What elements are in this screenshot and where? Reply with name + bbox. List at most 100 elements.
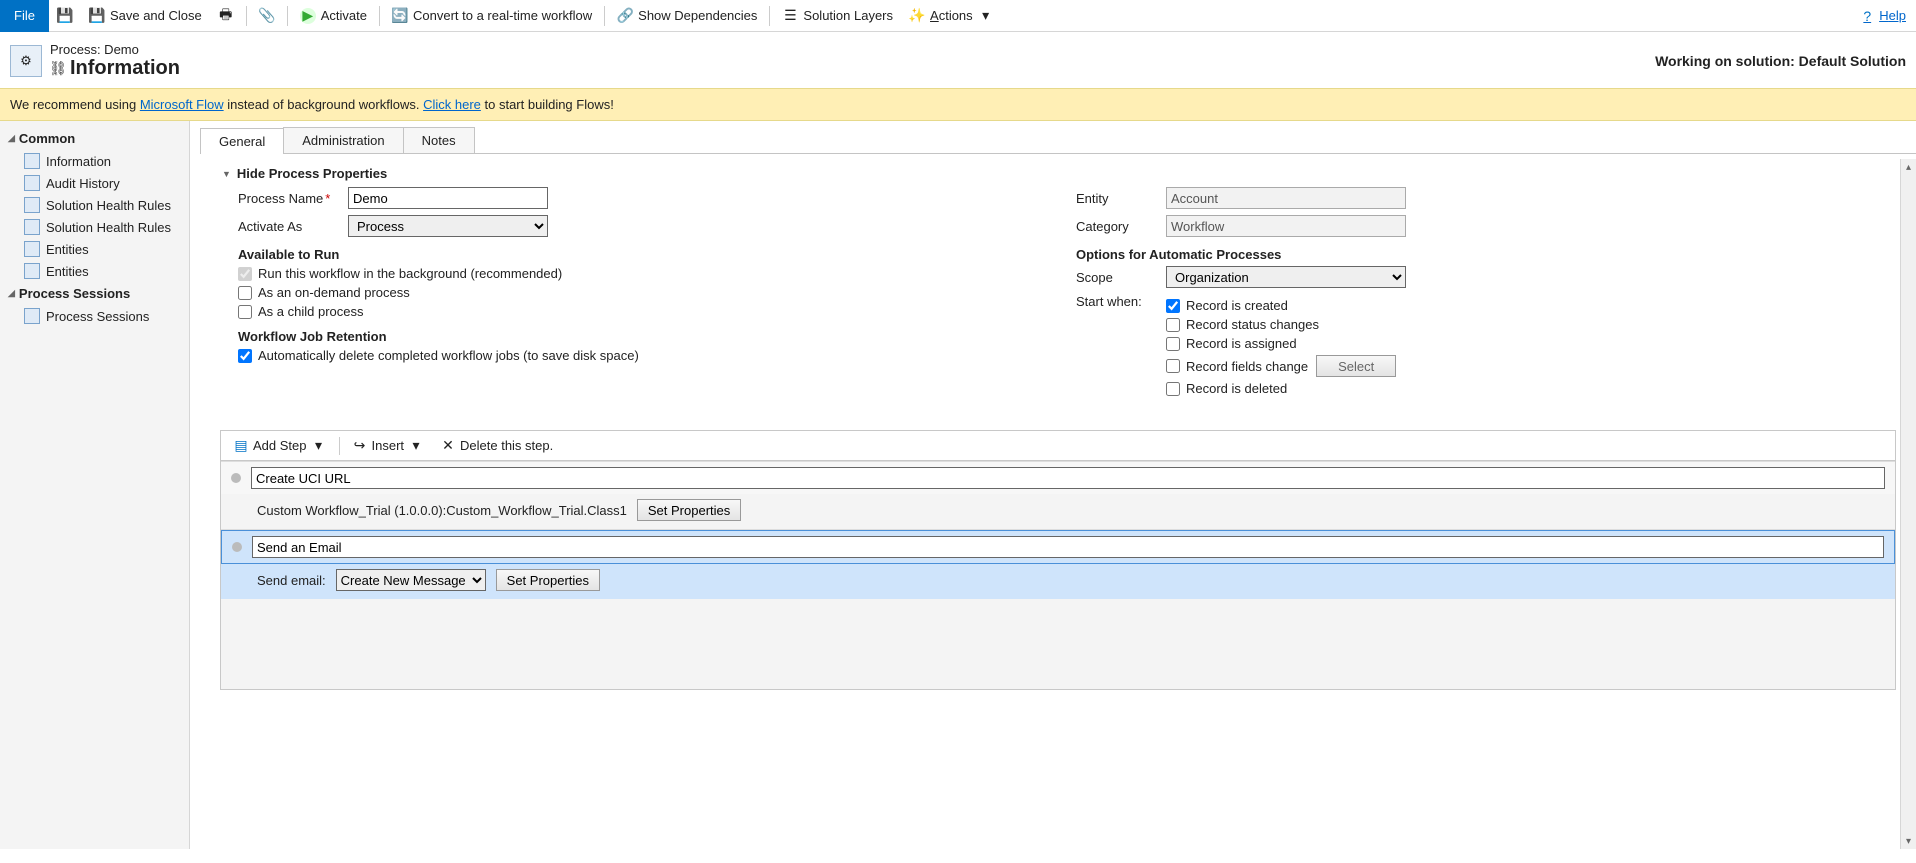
activate-as-select[interactable]: Process xyxy=(348,215,548,237)
record-assigned-checkbox[interactable]: Record is assigned xyxy=(1166,336,1878,351)
auto-delete-checkbox[interactable]: Automatically delete completed workflow … xyxy=(238,348,1040,363)
sidebar-group-sessions[interactable]: Process Sessions xyxy=(0,282,189,305)
separator xyxy=(246,6,247,26)
checkbox-label: Record is deleted xyxy=(1186,381,1287,396)
sidebar-item-solution-health-2[interactable]: Solution Health Rules xyxy=(0,216,189,238)
separator xyxy=(604,6,605,26)
step-designer: ▤Add Step▾ ↪Insert▾ ✕Delete this step. C… xyxy=(220,430,1896,690)
tab-general[interactable]: General xyxy=(200,128,284,154)
save-and-close-label: Save and Close xyxy=(110,8,202,23)
main-content: General Administration Notes Hide Proces… xyxy=(190,121,1916,849)
send-email-label: Send email: xyxy=(257,573,326,588)
entity-icon xyxy=(24,263,40,279)
step-1-detail-row: Custom Workflow_Trial (1.0.0.0):Custom_W… xyxy=(221,494,1895,529)
audit-icon xyxy=(24,175,40,191)
tabs: General Administration Notes xyxy=(200,127,1916,154)
paperclip-icon: 📎 xyxy=(259,8,275,24)
save-close-icon: 💾 xyxy=(89,8,105,24)
sidebar-item-information[interactable]: Information xyxy=(0,150,189,172)
step-2-description-input[interactable] xyxy=(252,536,1884,558)
step-2-row[interactable] xyxy=(221,530,1895,564)
child-process-checkbox[interactable]: As a child process xyxy=(238,304,1040,319)
scroll-track[interactable] xyxy=(1901,175,1916,833)
step-1-set-properties-button[interactable]: Set Properties xyxy=(637,499,741,521)
checkbox-label: As a child process xyxy=(258,304,364,319)
show-dependencies-button[interactable]: 🔗Show Dependencies xyxy=(609,0,765,32)
convert-button[interactable]: 🔄Convert to a real-time workflow xyxy=(384,0,600,32)
run-background-checkbox: Run this workflow in the background (rec… xyxy=(238,266,1040,281)
banner-text-1: We recommend using xyxy=(10,97,140,112)
scroll-down-icon[interactable]: ▾ xyxy=(1901,833,1916,849)
sidebar-group-common[interactable]: Common xyxy=(0,127,189,150)
activate-icon: ▶ xyxy=(300,8,316,24)
step-1-description-input[interactable] xyxy=(251,467,1885,489)
sidebar-item-label: Solution Health Rules xyxy=(46,220,171,235)
actions-label: AActionsctions xyxy=(930,8,973,23)
chevron-down-icon: ▾ xyxy=(978,8,994,24)
vertical-scrollbar[interactable]: ▴ ▾ xyxy=(1900,159,1916,849)
process-name-input[interactable] xyxy=(348,187,548,209)
start-when-label: Start when: xyxy=(1076,294,1166,309)
entity-icon xyxy=(24,241,40,257)
actions-menu[interactable]: ✨AActionsctions▾ xyxy=(901,0,1002,32)
delete-icon: ✕ xyxy=(440,438,456,454)
sidebar-item-audit[interactable]: Audit History xyxy=(0,172,189,194)
print-icon: 🖶 xyxy=(218,8,234,24)
process-name-label: Process Name* xyxy=(238,191,348,206)
record-status-checkbox[interactable]: Record status changes xyxy=(1166,317,1878,332)
record-deleted-checkbox[interactable]: Record is deleted xyxy=(1166,381,1878,396)
on-demand-checkbox[interactable]: As an on-demand process xyxy=(238,285,1040,300)
layers-icon: ☰ xyxy=(782,8,798,24)
click-here-link[interactable]: Click here xyxy=(423,97,481,112)
scroll-up-icon[interactable]: ▴ xyxy=(1901,159,1916,175)
breadcrumb: Process: Demo xyxy=(50,42,180,57)
step-2-detail-row: Send email: Create New Message Set Prope… xyxy=(221,564,1895,599)
sidebar-item-process-sessions[interactable]: Process Sessions xyxy=(0,305,189,327)
health-icon xyxy=(24,197,40,213)
insert-button[interactable]: ↪Insert▾ xyxy=(346,434,431,458)
convert-icon: 🔄 xyxy=(392,8,408,24)
sidebar-item-label: Entities xyxy=(46,264,89,279)
add-step-icon: ▤ xyxy=(233,438,249,454)
checkbox-label: Record fields change xyxy=(1186,359,1308,374)
save-icon-button[interactable]: 💾 xyxy=(49,0,81,32)
help-link[interactable]: ?Help xyxy=(1859,8,1906,24)
record-fields-checkbox[interactable]: Record fields change xyxy=(1166,359,1308,374)
checkbox-label: Record is assigned xyxy=(1186,336,1297,351)
banner-text-2: instead of background workflows. xyxy=(227,97,423,112)
microsoft-flow-link[interactable]: Microsoft Flow xyxy=(140,97,224,112)
save-and-close-button[interactable]: 💾 Save and Close xyxy=(81,0,210,32)
print-button[interactable]: 🖶 xyxy=(210,0,242,32)
left-column: Process Name* Activate As Process Availa… xyxy=(220,187,1058,406)
banner-text-3: to start building Flows! xyxy=(485,97,614,112)
show-dependencies-label: Show Dependencies xyxy=(638,8,757,23)
step-2-set-properties-button[interactable]: Set Properties xyxy=(496,569,600,591)
checkbox-label: Record status changes xyxy=(1186,317,1319,332)
tab-administration[interactable]: Administration xyxy=(283,127,403,153)
send-email-select[interactable]: Create New Message xyxy=(336,569,486,591)
hide-properties-toggle[interactable]: Hide Process Properties xyxy=(200,154,1916,187)
sidebar-item-label: Entities xyxy=(46,242,89,257)
file-menu[interactable]: File xyxy=(0,0,49,32)
sidebar-item-entities-1[interactable]: Entities xyxy=(0,238,189,260)
solution-layers-button[interactable]: ☰Solution Layers xyxy=(774,0,901,32)
sidebar-item-solution-health-1[interactable]: Solution Health Rules xyxy=(0,194,189,216)
page-title: Information xyxy=(70,57,180,80)
tab-notes[interactable]: Notes xyxy=(403,127,475,153)
record-created-checkbox[interactable]: Record is created xyxy=(1166,298,1878,313)
available-to-run-header: Available to Run xyxy=(238,247,1040,262)
step-bullet-icon xyxy=(232,542,242,552)
insert-icon: ↪ xyxy=(352,438,368,454)
step-1-row[interactable] xyxy=(221,462,1895,494)
activate-button[interactable]: ▶Activate xyxy=(292,0,375,32)
help-icon: ? xyxy=(1859,8,1875,24)
chevron-down-icon: ▾ xyxy=(408,438,424,454)
sidebar-item-label: Audit History xyxy=(46,176,120,191)
sidebar-item-entities-2[interactable]: Entities xyxy=(0,260,189,282)
scope-select[interactable]: Organization xyxy=(1166,266,1406,288)
step-1: Custom Workflow_Trial (1.0.0.0):Custom_W… xyxy=(221,461,1895,529)
add-step-button[interactable]: ▤Add Step▾ xyxy=(227,434,333,458)
attach-button[interactable]: 📎 xyxy=(251,0,283,32)
delete-step-button[interactable]: ✕Delete this step. xyxy=(434,434,559,458)
process-icon: ⚙ xyxy=(10,45,42,77)
